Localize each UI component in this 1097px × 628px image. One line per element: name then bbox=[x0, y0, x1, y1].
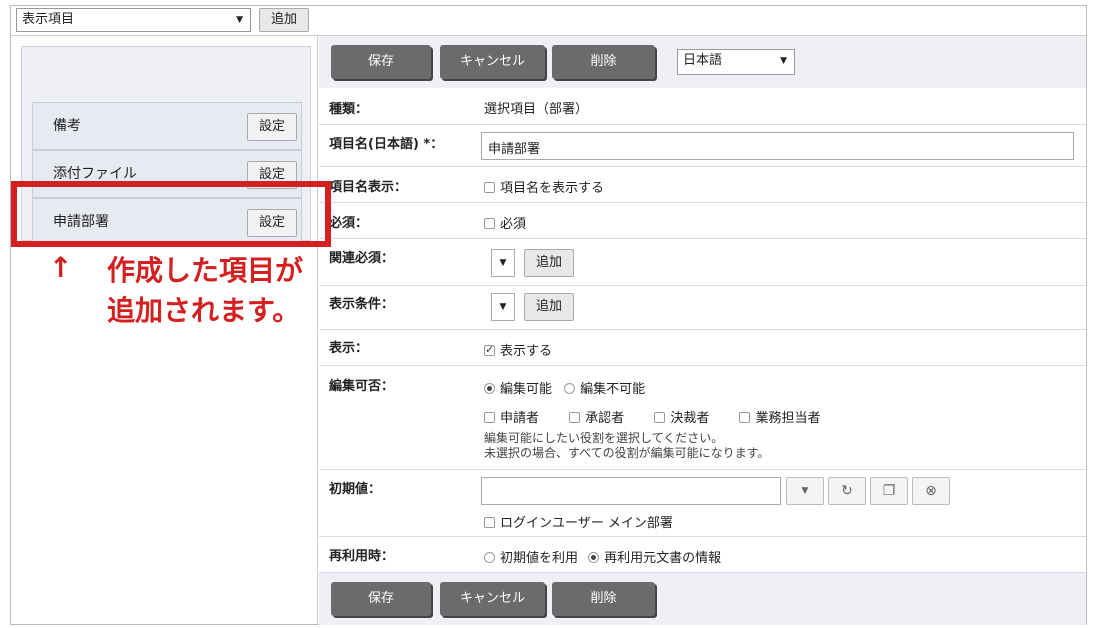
reuse-label: 再利用時： bbox=[329, 549, 395, 564]
role-checkbox[interactable]: 業務担当者 bbox=[739, 411, 820, 426]
cancel-button[interactable]: キャンセル bbox=[440, 582, 545, 616]
initial-value-row: 初期値： ▼ ↻ ❐ ⊗ ログインユーザー メイン部署 bbox=[319, 470, 1086, 537]
required-row: 必須： 必須 bbox=[319, 203, 1086, 239]
annotation-text: 作成した項目が 追加されます。 bbox=[107, 251, 303, 331]
editable-note-2: 未選択の場合、すべての役割が編集可能になります。 bbox=[484, 446, 770, 460]
role-checkbox[interactable]: 決裁者 bbox=[654, 411, 709, 426]
show-name-option: 項目名を表示する bbox=[500, 181, 605, 196]
role-label: 承認者 bbox=[585, 411, 625, 426]
cancel-button[interactable]: キャンセル bbox=[440, 45, 545, 79]
annotation-line-2: 追加されます。 bbox=[107, 294, 301, 327]
related-required-label: 関連必須： bbox=[329, 251, 395, 266]
delete-button[interactable]: 削除 bbox=[552, 45, 655, 79]
clear-icon[interactable]: ⊗ bbox=[912, 477, 950, 505]
settings-button[interactable]: 設定 bbox=[247, 113, 297, 141]
action-bar-bottom: 保存 キャンセル 削除 bbox=[319, 573, 1086, 625]
top-toolbar: 表示項目 ▼ 追加 bbox=[11, 6, 1086, 36]
annotation-line-1: 作成した項目が bbox=[107, 254, 304, 287]
annotation-arrow: ↑ bbox=[49, 251, 73, 284]
action-bar-top: 保存 キャンセル 削除 日本語 ▼ bbox=[319, 36, 1086, 88]
role-label: 決裁者 bbox=[670, 411, 710, 426]
related-required-add-button[interactable]: 追加 bbox=[524, 249, 574, 277]
name-row: 項目名(日本語) *： 申請部署 bbox=[319, 125, 1086, 167]
editable-radio[interactable]: 編集可能 bbox=[484, 382, 552, 397]
chevron-down-icon: ▼ bbox=[780, 56, 787, 66]
show-name-row: 項目名表示： 項目名を表示する bbox=[319, 167, 1086, 203]
reuse-row: 再利用時： 初期値を利用 再利用元文書の情報 bbox=[319, 537, 1086, 573]
name-label: 項目名(日本語) *： bbox=[329, 137, 444, 152]
type-label: 種類： bbox=[329, 102, 369, 117]
name-input-value: 申請部署 bbox=[488, 142, 541, 157]
login-user-dept-option: ログインユーザー メイン部署 bbox=[500, 516, 673, 531]
item-type-select[interactable]: 表示項目 ▼ bbox=[16, 8, 251, 32]
editable-option: 編集可能 bbox=[500, 382, 553, 397]
reuse-source-radio[interactable]: 再利用元文書の情報 bbox=[588, 551, 721, 566]
display-condition-add-button[interactable]: 追加 bbox=[524, 293, 574, 321]
display-checkbox[interactable]: 表示する bbox=[484, 340, 552, 359]
display-condition-label: 表示条件： bbox=[329, 297, 395, 312]
display-condition-select[interactable]: ▼ bbox=[491, 293, 515, 321]
delete-button[interactable]: 削除 bbox=[552, 582, 655, 616]
dropdown-icon[interactable]: ▼ bbox=[786, 477, 824, 505]
reuse-initial-option: 初期値を利用 bbox=[500, 551, 579, 566]
show-name-label: 項目名表示： bbox=[329, 180, 408, 195]
role-label: 業務担当者 bbox=[755, 411, 821, 426]
display-label: 表示： bbox=[329, 341, 369, 356]
save-button[interactable]: 保存 bbox=[331, 582, 431, 616]
initial-value-label: 初期値： bbox=[329, 482, 382, 497]
required-option: 必須 bbox=[500, 217, 527, 232]
display-option: 表示する bbox=[500, 344, 553, 359]
language-select-value: 日本語 bbox=[683, 53, 723, 68]
chevron-down-icon: ▼ bbox=[236, 15, 243, 25]
related-required-row: 関連必須： ▼ 追加 bbox=[319, 239, 1086, 286]
reuse-source-option: 再利用元文書の情報 bbox=[604, 551, 722, 566]
reuse-initial-radio[interactable]: 初期値を利用 bbox=[484, 551, 578, 566]
role-checkbox[interactable]: 申請者 bbox=[484, 411, 539, 426]
required-label: 必須： bbox=[329, 216, 369, 231]
show-name-checkbox[interactable]: 項目名を表示する bbox=[484, 177, 604, 196]
initial-value-input[interactable] bbox=[481, 477, 781, 505]
display-condition-row: 表示条件： ▼ 追加 bbox=[319, 286, 1086, 330]
item-settings-form: 保存 キャンセル 削除 日本語 ▼ 種類： 選択項目（部署） 項目名(日本語) … bbox=[319, 36, 1086, 625]
display-row: 表示： 表示する bbox=[319, 330, 1086, 366]
item-type-select-value: 表示項目 bbox=[22, 12, 75, 27]
role-checkbox[interactable]: 承認者 bbox=[569, 411, 624, 426]
not-editable-option: 編集不可能 bbox=[580, 382, 646, 397]
editor-frame: 表示項目 ▼ 追加 備考 設定 添付ファイル 設定 申請部署 設定 保存 キャン… bbox=[10, 5, 1087, 625]
editable-label: 編集可否： bbox=[329, 379, 395, 394]
select-dialog-icon[interactable]: ❐ bbox=[870, 477, 908, 505]
reset-icon[interactable]: ↻ bbox=[828, 477, 866, 505]
login-user-dept-checkbox[interactable]: ログインユーザー メイン部署 bbox=[484, 512, 673, 531]
add-item-button[interactable]: 追加 bbox=[259, 8, 309, 32]
highlight-box bbox=[11, 181, 331, 247]
role-label: 申請者 bbox=[500, 411, 540, 426]
list-item[interactable]: 備考 設定 bbox=[32, 102, 302, 150]
editable-row: 編集可否： 編集可能 編集不可能 申請者 承認者 決裁者 業務担当者 編集可能に… bbox=[319, 366, 1086, 470]
name-input[interactable]: 申請部署 bbox=[481, 132, 1074, 160]
item-label: 備考 bbox=[53, 118, 81, 134]
type-row: 種類： 選択項目（部署） bbox=[319, 88, 1086, 125]
related-required-select[interactable]: ▼ bbox=[491, 249, 515, 277]
type-value: 選択項目（部署） bbox=[484, 102, 589, 117]
language-select[interactable]: 日本語 ▼ bbox=[677, 49, 795, 75]
item-label: 添付ファイル bbox=[53, 166, 137, 182]
required-checkbox[interactable]: 必須 bbox=[484, 213, 526, 232]
not-editable-radio[interactable]: 編集不可能 bbox=[564, 382, 645, 397]
save-button[interactable]: 保存 bbox=[331, 45, 431, 79]
